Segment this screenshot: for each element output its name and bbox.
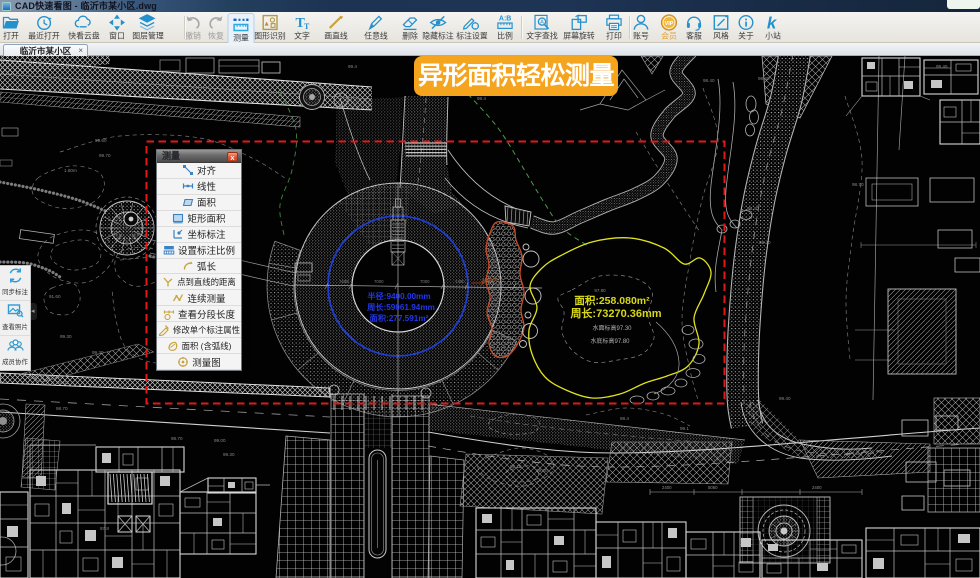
svg-text:97.8: 97.8 [100,526,109,531]
svg-text:99.1: 99.1 [680,426,689,431]
svg-text:水面标高97.30: 水面标高97.30 [592,324,632,332]
svg-text:周长:73270.36mm: 周长:73270.36mm [570,306,661,320]
svg-text:T: T [304,22,310,31]
svg-text:周长:59061.94mm: 周长:59061.94mm [367,302,435,312]
svg-text:99.30: 99.30 [60,334,72,339]
svg-text:1.60m: 1.60m [64,168,77,173]
svg-text:2400: 2400 [662,485,672,490]
svg-text:VIP: VIP [665,21,674,27]
svg-text:5060: 5060 [708,485,718,490]
svg-text:面积:258.080m²: 面积:258.080m² [574,294,650,307]
svg-text:98.70: 98.70 [171,436,183,441]
svg-text:98.40: 98.40 [758,76,770,81]
svg-text:99.30: 99.30 [223,452,235,457]
svg-text:99.30: 99.30 [92,350,104,355]
svg-text:7000: 7000 [374,279,384,284]
svg-text:2400: 2400 [812,485,822,490]
svg-text:97.01: 97.01 [57,380,69,385]
svg-text:98.4: 98.4 [620,416,629,421]
svg-text:面积:277.591m²: 面积:277.591m² [370,313,429,323]
svg-text:98.4: 98.4 [477,96,486,101]
svg-text:99.70: 99.70 [99,153,111,158]
svg-text:k: k [766,13,777,32]
svg-text:A:B: A:B [499,15,511,22]
svg-text:97.80: 97.80 [594,288,606,293]
svg-text:99.30: 99.30 [536,468,548,473]
svg-text:7400: 7400 [455,279,465,284]
svg-text:98.40: 98.40 [747,206,759,211]
svg-text:98.70: 98.70 [852,182,864,187]
svg-text:98.40: 98.40 [759,240,771,245]
svg-text:7000: 7000 [420,279,430,284]
svg-text:水底标高97.80: 水底标高97.80 [590,337,630,345]
svg-text:99.4: 99.4 [348,64,357,69]
svg-text:99.00: 99.00 [214,438,226,443]
svg-text:98.40: 98.40 [703,78,715,83]
svg-text:99.45: 99.45 [936,64,948,69]
svg-text:A: A [540,20,544,26]
svg-text:98.70: 98.70 [510,464,522,469]
svg-text:半径:9400.00mm: 半径:9400.00mm [367,291,430,301]
svg-text:91.60: 91.60 [49,294,61,299]
svg-text:98.70: 98.70 [56,406,68,411]
svg-text:99.40: 99.40 [779,396,791,401]
svg-text:4407.41: 4407.41 [482,277,498,282]
svg-text:99.60: 99.60 [95,138,107,143]
svg-text:7400: 7400 [339,279,349,284]
